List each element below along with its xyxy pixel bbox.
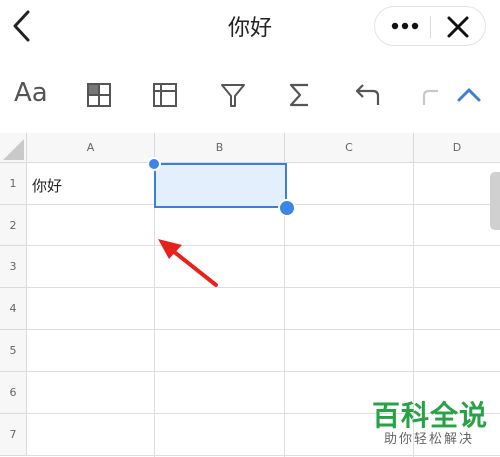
cell-fill-button[interactable] bbox=[84, 80, 114, 110]
menu-capsule bbox=[374, 6, 486, 46]
vertical-scrollbar[interactable] bbox=[490, 172, 500, 230]
table-fill-icon bbox=[87, 83, 111, 107]
row-header-6[interactable]: 6 bbox=[0, 372, 27, 414]
column-header-b[interactable]: B bbox=[155, 133, 285, 163]
selection-handle-bottom-right[interactable] bbox=[278, 199, 296, 217]
row-header-2[interactable]: 2 bbox=[0, 205, 27, 246]
watermark-subtitle: 助你轻松解决 bbox=[384, 432, 475, 447]
row-header-3[interactable]: 3 bbox=[0, 246, 27, 288]
close-icon bbox=[447, 16, 469, 38]
column-header-a[interactable]: A bbox=[27, 133, 155, 163]
title-bar: 你好 bbox=[0, 0, 500, 54]
grid-line bbox=[27, 245, 500, 246]
grid-line bbox=[27, 455, 500, 456]
collapse-button[interactable] bbox=[454, 80, 484, 110]
redo-button[interactable] bbox=[418, 80, 448, 110]
close-button[interactable] bbox=[443, 12, 473, 42]
chevron-up-icon bbox=[457, 88, 481, 102]
freeze-panes-icon bbox=[153, 83, 177, 107]
grid-line bbox=[27, 371, 500, 372]
capsule-divider bbox=[430, 16, 431, 38]
row-header-5[interactable]: 5 bbox=[0, 330, 27, 372]
more-horizontal-icon bbox=[391, 22, 419, 30]
sum-button[interactable] bbox=[285, 80, 315, 110]
undo-button[interactable] bbox=[353, 80, 383, 110]
redo-icon bbox=[422, 89, 438, 105]
row-header-7[interactable]: 7 bbox=[0, 414, 27, 456]
column-header-d[interactable]: D bbox=[414, 133, 500, 163]
toolbar: Aa bbox=[0, 60, 500, 130]
annotation-arrow-icon bbox=[158, 239, 218, 287]
row-header-4[interactable]: 4 bbox=[0, 288, 27, 330]
selection-handle-top-left[interactable] bbox=[147, 157, 161, 171]
column-header-c[interactable]: C bbox=[285, 133, 414, 163]
row-header-1[interactable]: 1 bbox=[0, 163, 27, 205]
corner-triangle-icon bbox=[3, 139, 24, 160]
filter-icon bbox=[221, 84, 245, 107]
more-button[interactable] bbox=[385, 11, 425, 41]
undo-icon bbox=[355, 84, 380, 105]
grid-line bbox=[27, 287, 500, 288]
sigma-icon bbox=[289, 83, 308, 107]
font-style-button[interactable]: Aa bbox=[14, 78, 48, 108]
filter-button[interactable] bbox=[218, 80, 248, 110]
selected-cell-b1[interactable] bbox=[154, 163, 287, 208]
grid-line bbox=[27, 329, 500, 330]
cell-a1-value: 你好 bbox=[32, 177, 63, 195]
select-all-corner[interactable] bbox=[0, 133, 27, 163]
cell-a1[interactable]: 你好 bbox=[27, 163, 155, 205]
freeze-button[interactable] bbox=[150, 80, 180, 110]
